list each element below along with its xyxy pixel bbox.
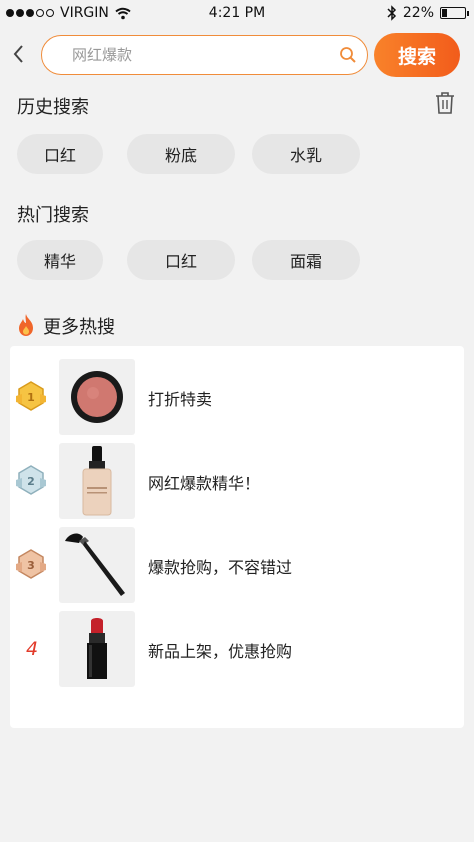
status-bar: VIRGIN 4:21 PM 22% <box>0 0 474 28</box>
lipstick-icon <box>87 618 107 679</box>
history-tag[interactable]: 粉底 <box>127 134 235 174</box>
svg-text:1: 1 <box>27 391 35 404</box>
hot-tag[interactable]: 面霜 <box>252 240 360 280</box>
status-right: 22% <box>387 5 469 21</box>
battery-fill <box>442 9 447 17</box>
fire-icon <box>19 314 33 336</box>
hot-search-title: 热门搜索 <box>17 205 89 226</box>
hot-list-card: 1 打折特卖 2 网红爆款精华！ 3 爆款抢购，不容错过 4 新品上架，优惠抢购 <box>10 346 464 728</box>
hot-item-label: 打折特卖 <box>148 390 213 409</box>
search-input[interactable] <box>72 44 332 66</box>
hot-list-item[interactable]: 2 网红爆款精华！ <box>10 442 464 520</box>
rank-number: 4 <box>26 638 39 660</box>
history-tag[interactable]: 水乳 <box>252 134 360 174</box>
svg-text:2: 2 <box>27 475 35 488</box>
product-image-blush <box>59 359 135 435</box>
rank-bronze-badge-icon: 3 <box>16 549 46 579</box>
hot-tag[interactable]: 口红 <box>127 240 235 280</box>
search-icon[interactable] <box>339 46 357 64</box>
product-image-brush <box>59 527 135 603</box>
history-tag[interactable]: 口红 <box>17 134 103 174</box>
makeup-brush-icon <box>65 533 125 596</box>
search-field[interactable] <box>41 35 368 75</box>
hot-list-item[interactable]: 3 爆款抢购，不容错过 <box>10 526 464 604</box>
hot-item-label: 新品上架，优惠抢购 <box>148 642 293 661</box>
bluetooth-icon <box>387 5 396 21</box>
more-hot-title: 更多热搜 <box>43 317 115 338</box>
search-bar: 搜索 <box>0 32 474 78</box>
search-button[interactable]: 搜索 <box>374 33 460 77</box>
foundation-bottle-icon <box>82 446 112 516</box>
hot-item-label: 网红爆款精华！ <box>148 474 261 493</box>
hot-tag[interactable]: 精华 <box>17 240 103 280</box>
battery-icon <box>440 7 469 19</box>
hot-list-item[interactable]: 4 新品上架，优惠抢购 <box>10 610 464 688</box>
hot-list-item[interactable]: 1 打折特卖 <box>10 358 464 436</box>
product-image-foundation <box>59 443 135 519</box>
trash-icon[interactable] <box>434 91 456 115</box>
blush-compact-icon <box>71 371 123 423</box>
hot-item-label: 爆款抢购，不容错过 <box>148 558 293 577</box>
rank-gold-badge-icon: 1 <box>16 381 46 411</box>
product-image-lipstick <box>59 611 135 687</box>
rank-silver-badge-icon: 2 <box>16 465 46 495</box>
chevron-left-icon <box>13 45 23 63</box>
battery-percent: 22% <box>402 5 434 21</box>
history-title: 历史搜索 <box>17 97 89 118</box>
back-button[interactable] <box>8 42 28 66</box>
svg-text:3: 3 <box>27 559 35 572</box>
